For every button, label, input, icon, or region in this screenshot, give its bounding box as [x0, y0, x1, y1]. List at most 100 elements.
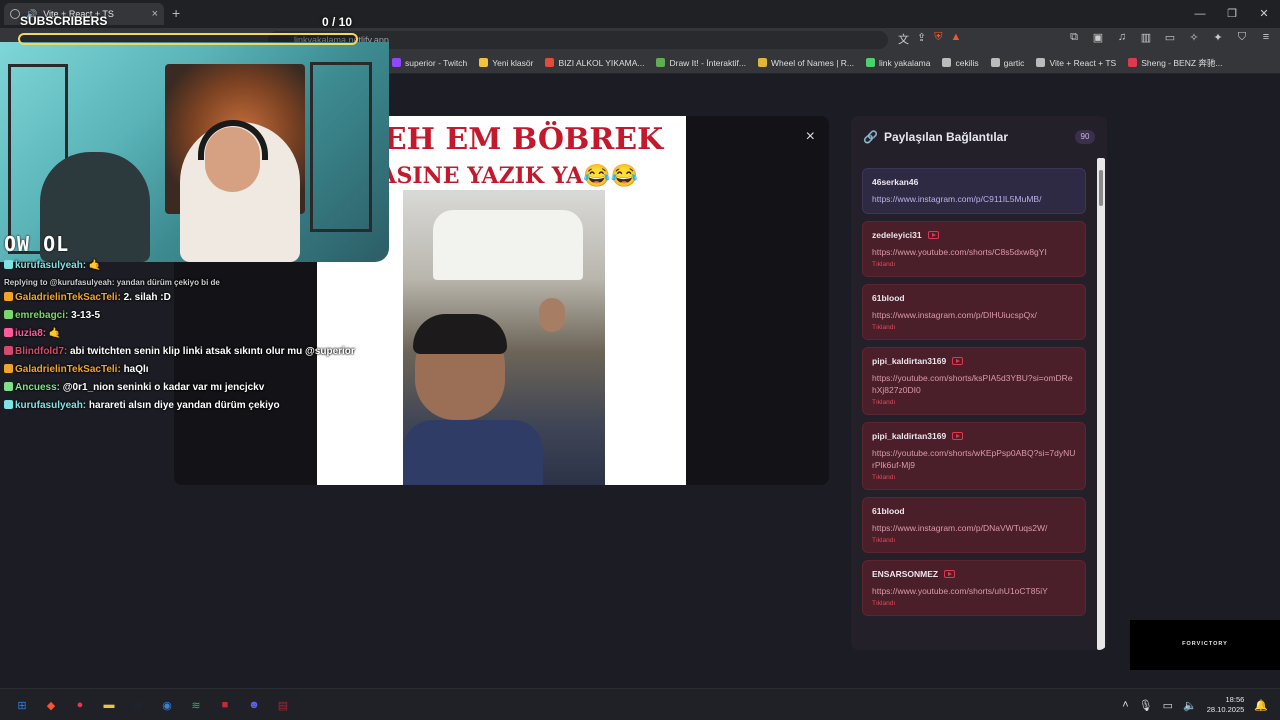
windows-icon[interactable]: ⊞	[12, 695, 32, 715]
bookmark-item[interactable]: link yakalama	[865, 57, 931, 68]
close-window-button[interactable]: ✕	[1248, 0, 1280, 28]
bookmark-item[interactable]: BIZI ALKOL YIKAMA...	[545, 58, 644, 68]
wallet-icon[interactable]: ▭	[1162, 31, 1178, 44]
bookmark-favicon-icon	[545, 58, 555, 67]
chat-text: 2. silah :D	[123, 292, 171, 303]
leo-ai-icon[interactable]: ✦	[1210, 31, 1226, 44]
chat-text: harareti alsın diye yandan dürüm çekiyo	[88, 400, 280, 411]
chat-text: abi twitchten senin klip linki atsak sık…	[70, 346, 355, 357]
sphere-icon[interactable]: ◉	[157, 695, 177, 715]
chat-badge-icon	[4, 364, 13, 373]
bookmark-favicon-icon	[990, 58, 1000, 67]
extensions-icon[interactable]: ⧉	[1066, 31, 1082, 44]
youtube-icon	[952, 357, 964, 365]
chat-username: kurufasulyeah:	[15, 400, 87, 411]
scrollbar-thumb[interactable]	[1099, 170, 1103, 206]
link-url[interactable]: https://www.instagram.com/p/C911IL5MuMB/	[872, 193, 1076, 205]
link-url[interactable]: https://www.youtube.com/shorts/uhU1oCT85…	[872, 585, 1076, 597]
bookmark-item[interactable]: Vite + React + TS	[1036, 58, 1116, 68]
clock-time: 18:56	[1225, 695, 1245, 704]
bookmark-label: Wheel of Names | R...	[771, 57, 854, 68]
bookmark-label: link yakalama	[878, 57, 931, 68]
bookmark-label: BIZI ALKOL YIKAMA...	[558, 57, 645, 68]
modal-close-button[interactable]: ×	[806, 128, 815, 146]
maps-pin-icon[interactable]: ●	[70, 695, 90, 715]
tab-close-button[interactable]: ×	[152, 8, 158, 20]
vpn-icon[interactable]: ⛉	[1234, 31, 1250, 44]
shared-link-card[interactable]: pipi_kaldirtan3169 https://youtube.com/sh…	[862, 347, 1086, 415]
shared-link-card[interactable]: 61blood https://www.instagram.com/p/DNaVW…	[862, 497, 1086, 553]
link-icon: 🔗	[863, 130, 878, 144]
volume-icon[interactable]: 🔈	[1183, 699, 1197, 712]
chat-badge-icon	[4, 328, 13, 337]
shared-link-card[interactable]: pipi_kaldirtan3169 https://youtube.com/sh…	[862, 422, 1086, 490]
chat-text: 🤙	[88, 260, 102, 271]
address-bar-actions: 文 ⇪ ⛨ ▲	[898, 31, 961, 47]
chat-username: emrebagci:	[15, 310, 69, 321]
system-tray: ˄ 🎙 ▭ 🔈 18:56 28.10.2025 🔔	[1122, 695, 1268, 715]
chat-text: haQlı	[123, 364, 149, 375]
discord-icon[interactable]: ☻	[244, 695, 264, 715]
share-icon[interactable]: ⇪	[917, 31, 926, 47]
shared-link-card[interactable]: zedeleyici31 https://www.youtube.com/shor…	[862, 221, 1086, 277]
link-sender: pipi_kaldirtan3169	[872, 356, 1076, 366]
link-url[interactable]: https://www.instagram.com/p/DNaVWTuqs2W/	[872, 522, 1076, 534]
new-tab-button[interactable]: +	[172, 5, 180, 21]
tab-strip: 🔊 Vite + React + TS × + — ❐ ✕	[0, 0, 1280, 28]
link-url[interactable]: https://youtube.com/shorts/ksPIA5d3YBU?s…	[872, 372, 1076, 396]
link-url[interactable]: https://www.instagram.com/p/DIHUiucspQx/	[872, 309, 1076, 321]
passenger-child	[539, 298, 565, 332]
translate-icon[interactable]: 文	[898, 31, 909, 47]
shared-link-card[interactable]: 46serkan46 https://www.instagram.com/p/C9…	[862, 168, 1086, 214]
media-icon[interactable]: ♫	[1114, 31, 1130, 44]
red-app-icon[interactable]: ■	[215, 695, 235, 715]
chat-message: kurufasulyeah: harareti alsın diye yanda…	[4, 400, 334, 412]
chat-message: Blindfold7: abi twitchten senin klip lin…	[4, 346, 355, 358]
spotify-icon[interactable]: ≋	[186, 695, 206, 715]
bookmark-favicon-icon	[479, 58, 489, 67]
panel-scrollbar[interactable]	[1097, 158, 1105, 650]
shared-link-card[interactable]: ENSARSONMEZ https://www.youtube.com/short…	[862, 560, 1086, 616]
link-url[interactable]: https://www.youtube.com/shorts/C8s5dxw8g…	[872, 246, 1076, 258]
chat-username: kurufasulyeah:	[15, 260, 87, 271]
menu-icon[interactable]: ≡	[1258, 31, 1274, 44]
folder-icon[interactable]: ▬	[99, 695, 119, 715]
notifications-icon[interactable]: 🔔	[1254, 699, 1268, 712]
link-sender-name: 61blood	[872, 293, 905, 303]
brave-rewards-icon[interactable]: ▲	[950, 31, 961, 47]
chat-message: GaladrielinTekSacTeli: 2. silah :D	[4, 292, 334, 304]
shared-link-card[interactable]: 61blood https://www.instagram.com/p/DIHUi…	[862, 284, 1086, 340]
clock[interactable]: 18:56 28.10.2025	[1207, 695, 1245, 715]
steam-icon[interactable]: ◎	[128, 695, 148, 715]
panel-title: Paylaşılan Bağlantılar	[883, 130, 1009, 144]
chevron-up-icon[interactable]: ˄	[1122, 699, 1128, 711]
bookmark-item[interactable]: superior - Twitch	[392, 58, 467, 68]
maximize-button[interactable]: ❐	[1216, 0, 1248, 28]
bookmark-item[interactable]: Sheng - BENZ 奔驰...	[1128, 57, 1222, 69]
puzzle-icon[interactable]: ✧	[1186, 31, 1202, 44]
link-sender-name: zedeleyici31	[872, 230, 922, 240]
microphone-icon[interactable]: 🎙	[1139, 699, 1153, 712]
clock-date: 28.10.2025	[1206, 705, 1245, 714]
red-badge-icon[interactable]: ▤	[273, 695, 293, 715]
bookmark-item[interactable]: gartic	[990, 58, 1024, 68]
link-status: Tıklandı	[872, 537, 896, 544]
link-sender: zedeleyici31	[872, 230, 1076, 240]
chat-text: 🤙	[48, 328, 62, 339]
minimize-button[interactable]: —	[1184, 0, 1216, 28]
chat-username: GaladrielinTekSacTeli:	[15, 364, 121, 375]
links-list[interactable]: 46serkan46 https://www.instagram.com/p/C9…	[862, 168, 1086, 646]
bookmark-item[interactable]: Wheel of Names | R...	[758, 58, 854, 68]
bookmark-item[interactable]: cekilis	[942, 58, 979, 68]
link-url[interactable]: https://youtube.com/shorts/wKEpPsp0ABQ?s…	[872, 447, 1076, 471]
bookmark-item[interactable]: Draw It! - İnteraktif...	[656, 58, 746, 68]
network-icon[interactable]: ▭	[1163, 699, 1173, 712]
link-sender: 46serkan46	[872, 177, 1076, 187]
screenshot-icon[interactable]: ▣	[1090, 31, 1106, 44]
brave-icon[interactable]: ◆	[41, 695, 61, 715]
brave-shields-icon[interactable]: ⛨	[934, 31, 942, 47]
bookmark-item[interactable]: Yeni klasör	[479, 58, 533, 68]
sidebar-icon[interactable]: ▥	[1138, 31, 1154, 44]
link-sender: 61blood	[872, 293, 1076, 303]
chat-badge-icon	[4, 400, 13, 409]
